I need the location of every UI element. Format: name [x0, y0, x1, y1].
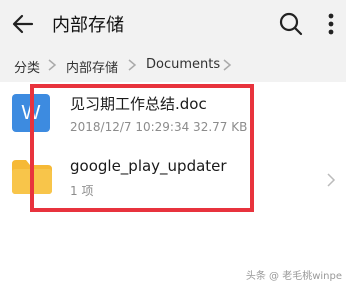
- chevron-right-icon: [128, 59, 137, 71]
- top-bar: 内部存储: [0, 0, 346, 48]
- chevron-right-icon: [223, 59, 232, 71]
- chevron-right-icon: [327, 173, 336, 187]
- page-title: 内部存储: [52, 15, 124, 36]
- chevron-right-icon: [48, 59, 57, 71]
- more-vertical-icon[interactable]: [322, 10, 340, 38]
- breadcrumb-item-category[interactable]: 分类: [14, 57, 40, 76]
- search-icon[interactable]: [278, 11, 304, 37]
- watermark: 头条 @ 老毛桃winpe: [245, 271, 342, 282]
- breadcrumb-item-documents[interactable]: Documents: [146, 57, 220, 72]
- breadcrumb: 分类 内部存储 Documents: [0, 48, 346, 82]
- highlight-box: [30, 84, 254, 212]
- back-arrow-icon[interactable]: [8, 9, 38, 39]
- breadcrumb-item-internal-storage[interactable]: 内部存储: [66, 57, 118, 76]
